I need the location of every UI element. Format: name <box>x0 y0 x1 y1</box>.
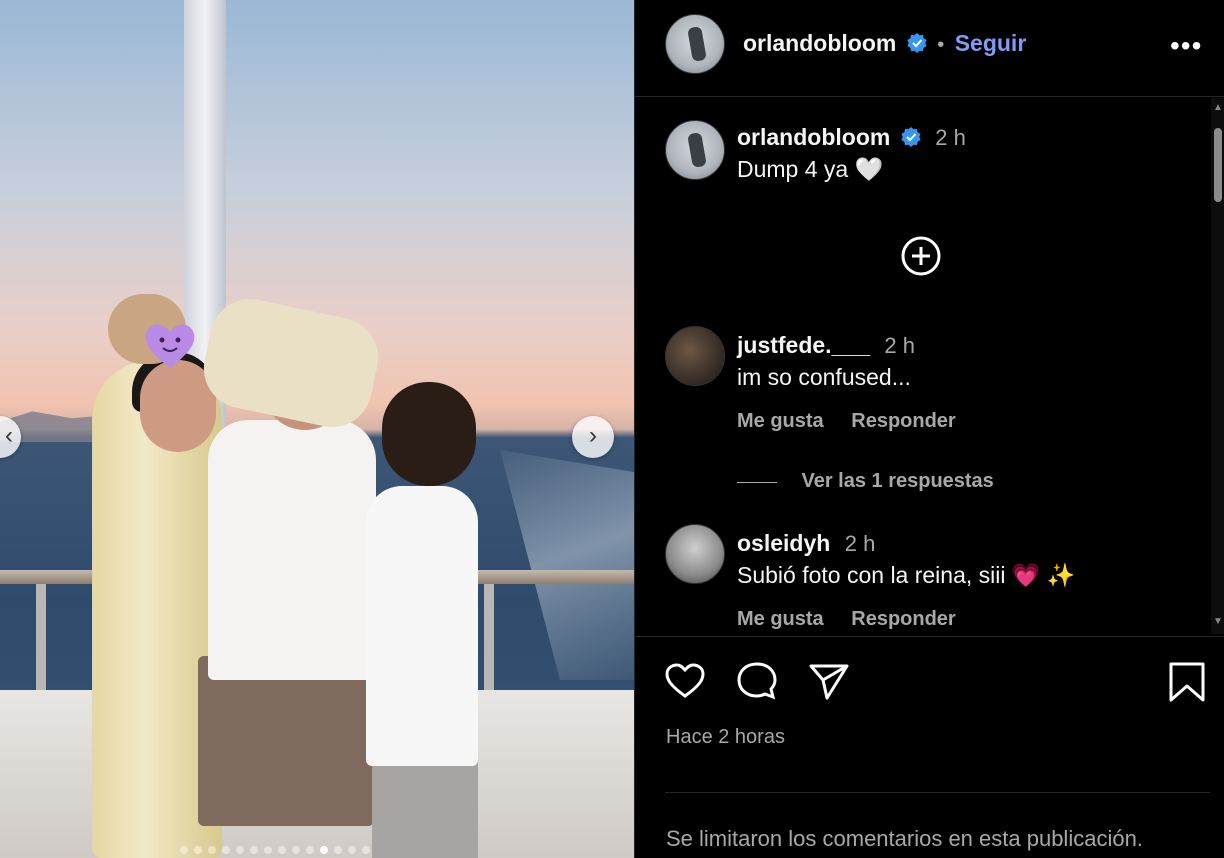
post-header: orlandobloom • Seguir ••• <box>635 0 1224 97</box>
load-more-comments-icon[interactable] <box>901 236 941 276</box>
carousel-dot <box>222 846 230 854</box>
carousel-dot <box>236 846 244 854</box>
carousel-dot <box>306 846 314 854</box>
comment-actions: Me gusta Responder <box>737 608 978 631</box>
like-heart-icon[interactable] <box>663 660 707 704</box>
post-timestamp: Hace 2 horas <box>666 726 785 748</box>
post-photo[interactable]: ‹ › <box>0 0 634 858</box>
carousel-dot <box>320 846 328 854</box>
caption-username[interactable]: orlandobloom <box>737 124 890 150</box>
save-bookmark-icon[interactable] <box>1165 660 1209 704</box>
scrollbar-thumb[interactable] <box>1214 128 1222 202</box>
carousel-dot <box>362 846 370 854</box>
chevron-right-icon: › <box>589 422 597 449</box>
chevron-left-icon: ‹ <box>5 422 13 449</box>
comment-time: 2 h <box>844 531 876 556</box>
divider <box>665 792 1210 793</box>
carousel-dot <box>250 846 258 854</box>
commenter-avatar[interactable] <box>665 524 725 584</box>
reply-comment-button[interactable]: Responder <box>851 608 955 630</box>
comment-text: Subió foto con la reina, siii 💗 ✨ <box>737 562 1076 588</box>
verified-badge-icon <box>907 33 927 53</box>
reply-comment-button[interactable]: Responder <box>851 410 955 432</box>
person-man-shorts <box>198 656 374 826</box>
separator-dot: • <box>937 34 945 56</box>
more-options-icon[interactable]: ••• <box>1170 30 1202 62</box>
person-boy-shirt <box>366 486 478 766</box>
carousel-dot <box>348 846 356 854</box>
caption-time: 2 h <box>935 125 966 150</box>
carousel-dot <box>194 846 202 854</box>
verified-badge-icon <box>901 127 921 147</box>
caption-text: Dump 4 ya 🤍 <box>737 156 884 182</box>
commenter-avatar[interactable] <box>665 326 725 386</box>
replies-line <box>737 482 777 484</box>
carousel-dot <box>180 846 188 854</box>
view-replies-button[interactable]: Ver las 1 respuestas <box>737 470 994 493</box>
like-comment-button[interactable]: Me gusta <box>737 410 824 432</box>
person-boy-hair <box>382 382 476 486</box>
carousel-indicator <box>180 846 370 854</box>
scroll-up-icon[interactable]: ▲ <box>1213 102 1223 113</box>
caption-avatar[interactable] <box>665 120 725 180</box>
comment-bubble-icon[interactable] <box>735 660 779 704</box>
follow-button[interactable]: Seguir <box>955 30 1027 56</box>
comments-scrollbar[interactable]: ▲ ▼ <box>1211 98 1224 634</box>
comment-username[interactable]: justfede.___ <box>737 332 870 358</box>
divider <box>635 636 1224 637</box>
comment-username[interactable]: osleidyh <box>737 530 830 556</box>
carousel-dot <box>208 846 216 854</box>
purple-heart-emoji-icon <box>145 324 195 368</box>
carousel-dot <box>264 846 272 854</box>
like-comment-button[interactable]: Me gusta <box>737 608 824 630</box>
carousel-dot <box>278 846 286 854</box>
share-send-icon[interactable] <box>807 660 851 704</box>
person-boy-shorts <box>372 756 478 858</box>
comment-header: osleidyh 2 h <box>737 530 875 557</box>
avatar[interactable] <box>665 14 725 74</box>
scroll-down-icon[interactable]: ▼ <box>1213 616 1223 627</box>
post-author-username[interactable]: orlandobloom <box>743 30 896 56</box>
comment-text: im so confused... <box>737 364 911 390</box>
carousel-dot <box>292 846 300 854</box>
person-man-shirt <box>208 420 376 680</box>
comment-header: justfede.___ 2 h <box>737 332 915 359</box>
comment-actions: Me gusta Responder <box>737 410 978 433</box>
comment-time: 2 h <box>884 333 915 358</box>
carousel-dot <box>334 846 342 854</box>
post-side-panel: orlandobloom • Seguir ••• orlandobloom 2… <box>634 0 1224 858</box>
view-replies-label: Ver las 1 respuestas <box>801 470 994 492</box>
comments-limited-notice: Se limitaron los comentarios en esta pub… <box>666 826 1143 851</box>
carousel-next-button[interactable]: › <box>572 416 614 458</box>
